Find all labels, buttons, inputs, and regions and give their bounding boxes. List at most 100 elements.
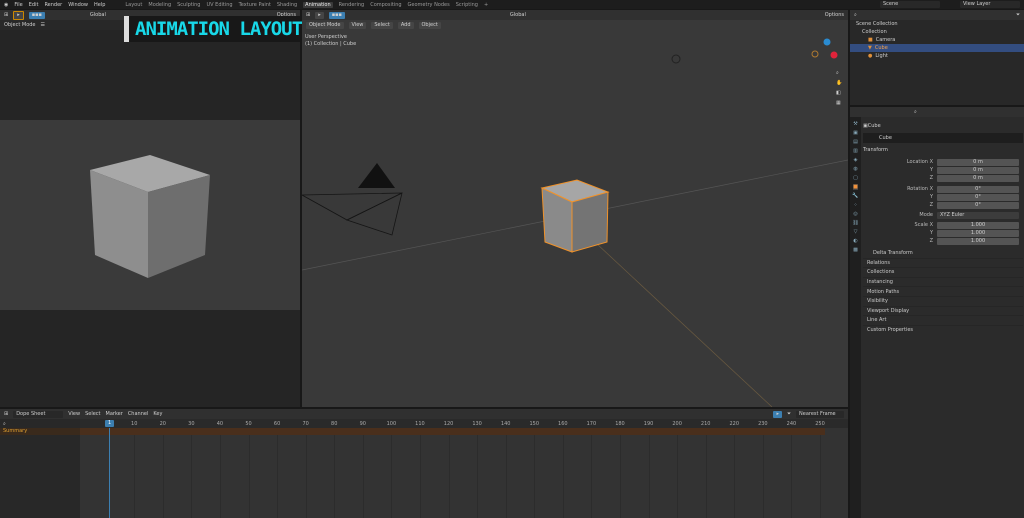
current-frame-indicator[interactable]: 1 <box>105 420 115 427</box>
menu-select[interactable]: Select <box>371 21 393 29</box>
motion-paths-panel[interactable]: Motion Paths <box>863 286 1023 296</box>
frame-tick-label: 250 <box>815 421 825 427</box>
object-tab-icon[interactable]: ■ <box>853 184 858 190</box>
editor-type-icon[interactable]: ⊞ <box>4 12 8 18</box>
location-y-field[interactable]: 0 m <box>937 166 1019 174</box>
location-x-field[interactable]: 0 m <box>937 158 1019 166</box>
dopesheet-mode-dropdown[interactable]: Dope Sheet <box>13 410 64 418</box>
rotation-y-field[interactable]: 0° <box>937 193 1019 201</box>
transform-orientation[interactable]: Global <box>510 12 526 18</box>
view-layer-selector[interactable]: View Layer <box>960 1 1020 8</box>
tab-scripting[interactable]: Scripting <box>456 2 478 8</box>
data-tab-icon[interactable]: ▽ <box>854 229 858 235</box>
tab-texture-paint[interactable]: Texture Paint <box>239 2 271 8</box>
constraints-tab-icon[interactable]: ⛓ <box>852 220 858 226</box>
location-z-field[interactable]: 0 m <box>937 174 1019 182</box>
frame-gridline <box>619 435 621 518</box>
menu-view[interactable]: View <box>68 411 80 417</box>
menu-edit[interactable]: Edit <box>29 2 39 8</box>
tab-shading[interactable]: Shading <box>277 2 297 8</box>
options-dropdown[interactable]: Options <box>825 12 844 18</box>
object-mode-dropdown[interactable]: Object Mode <box>306 21 344 29</box>
tab-compositing[interactable]: Compositing <box>370 2 401 8</box>
menu-help[interactable]: Help <box>94 2 105 8</box>
only-selected-icon[interactable]: ▸ <box>773 410 782 418</box>
search-icon[interactable]: ⌕ <box>914 109 917 115</box>
snap-dropdown[interactable]: Nearest Frame <box>796 410 844 418</box>
blender-logo-icon[interactable]: ◉ <box>4 2 8 8</box>
select-mode-icon[interactable]: ▪▪▪ <box>328 11 345 19</box>
outliner-item-collection[interactable]: Collection <box>850 28 1024 36</box>
physics-tab-icon[interactable]: ◎ <box>853 211 857 217</box>
camera-icon[interactable]: ◧ <box>836 90 842 96</box>
pan-icon[interactable]: ✋ <box>836 80 842 86</box>
scene-tab-icon[interactable]: ◈ <box>854 157 858 163</box>
viewport-display-panel[interactable]: Viewport Display <box>863 305 1023 316</box>
visibility-panel[interactable]: Visibility <box>863 295 1023 306</box>
outliner-item-scene-collection[interactable]: Scene Collection <box>850 20 1024 28</box>
zoom-icon[interactable]: ⌕ <box>836 70 842 76</box>
tab-sculpting[interactable]: Sculpting <box>177 2 200 8</box>
render-tab-icon[interactable]: ▣ <box>853 130 858 136</box>
instancing-panel[interactable]: Instancing <box>863 276 1023 287</box>
select-mode-icon[interactable]: ▪▪▪ <box>28 11 45 19</box>
editor-type-icon[interactable]: ⊞ <box>306 12 310 18</box>
output-tab-icon[interactable]: ▤ <box>853 139 858 145</box>
menu-file[interactable]: File <box>14 2 22 8</box>
menu-render[interactable]: Render <box>44 2 62 8</box>
scene-selector[interactable]: Scene <box>880 1 940 8</box>
search-icon[interactable]: ⌕ <box>854 12 857 18</box>
menu-window[interactable]: Window <box>68 2 88 8</box>
custom-properties-panel[interactable]: Custom Properties <box>863 324 1023 335</box>
add-workspace-button[interactable]: + <box>484 2 488 8</box>
channel-search[interactable]: ⌕ <box>0 419 80 428</box>
tab-layout[interactable]: Layout <box>125 2 142 8</box>
texture-tab-icon[interactable]: ▩ <box>853 247 858 253</box>
scale-z-field[interactable]: 1.000 <box>937 237 1019 245</box>
modifier-tab-icon[interactable]: 🔧 <box>852 193 858 199</box>
particles-tab-icon[interactable]: ⁘ <box>853 202 857 208</box>
tool-tab-icon[interactable]: ⚒ <box>853 121 857 127</box>
hamburger-icon[interactable]: ☰ <box>41 22 45 28</box>
filter-icon[interactable]: ⏷ <box>1016 12 1020 18</box>
transform-panel-header[interactable]: Transform <box>863 145 1023 155</box>
collections-panel[interactable]: Collections <box>863 267 1023 277</box>
summary-channel[interactable]: Summary <box>0 428 80 435</box>
menu-select[interactable]: Select <box>85 411 100 417</box>
world-tab-icon[interactable]: ◍ <box>853 166 857 172</box>
object-name-field[interactable]: Cube <box>863 133 1023 143</box>
relations-panel[interactable]: Relations <box>863 257 1023 268</box>
menu-marker[interactable]: Marker <box>106 411 123 417</box>
tab-rendering[interactable]: Rendering <box>339 2 365 8</box>
view-layer-tab-icon[interactable]: ▥ <box>853 148 858 154</box>
line-art-panel[interactable]: Line Art <box>863 315 1023 325</box>
menu-channel[interactable]: Channel <box>128 411 149 417</box>
outliner-item-camera[interactable]: ■ Camera <box>850 36 1024 44</box>
rotation-mode-dropdown[interactable]: XYZ Euler <box>937 211 1019 219</box>
play-icon[interactable]: ▸ <box>13 10 24 20</box>
material-tab-icon[interactable]: ◐ <box>853 238 857 244</box>
menu-key[interactable]: Key <box>153 411 162 417</box>
editor-type-icon[interactable]: ⊞ <box>4 411 8 417</box>
3d-viewport[interactable] <box>300 20 849 408</box>
rotation-x-field[interactable]: 0° <box>937 185 1019 193</box>
grid-icon[interactable]: ▦ <box>836 100 842 106</box>
collection-tab-icon[interactable]: ▢ <box>853 175 858 181</box>
rotation-z-field[interactable]: 0° <box>937 201 1019 209</box>
tab-geometry-nodes[interactable]: Geometry Nodes <box>408 2 450 8</box>
play-icon[interactable]: ▸ <box>315 11 324 19</box>
transform-orientation[interactable]: Global <box>90 12 106 18</box>
delta-transform-panel[interactable]: Delta Transform <box>863 248 1023 258</box>
filter-icon[interactable]: ⏷ <box>787 411 791 417</box>
tab-animation[interactable]: Animation <box>303 1 333 8</box>
menu-add[interactable]: Add <box>397 21 414 29</box>
outliner-item-cube[interactable]: ▼ Cube <box>850 44 1024 52</box>
scale-x-field[interactable]: 1.000 <box>937 221 1019 229</box>
object-mode-dropdown[interactable]: Object Mode <box>4 22 36 28</box>
scale-y-field[interactable]: 1.000 <box>937 229 1019 237</box>
tab-uv-editing[interactable]: UV Editing <box>206 2 232 8</box>
tab-modeling[interactable]: Modeling <box>148 2 171 8</box>
outliner-item-light[interactable]: ● Light <box>850 52 1024 60</box>
menu-view[interactable]: View <box>348 21 367 29</box>
menu-object[interactable]: Object <box>418 21 441 29</box>
